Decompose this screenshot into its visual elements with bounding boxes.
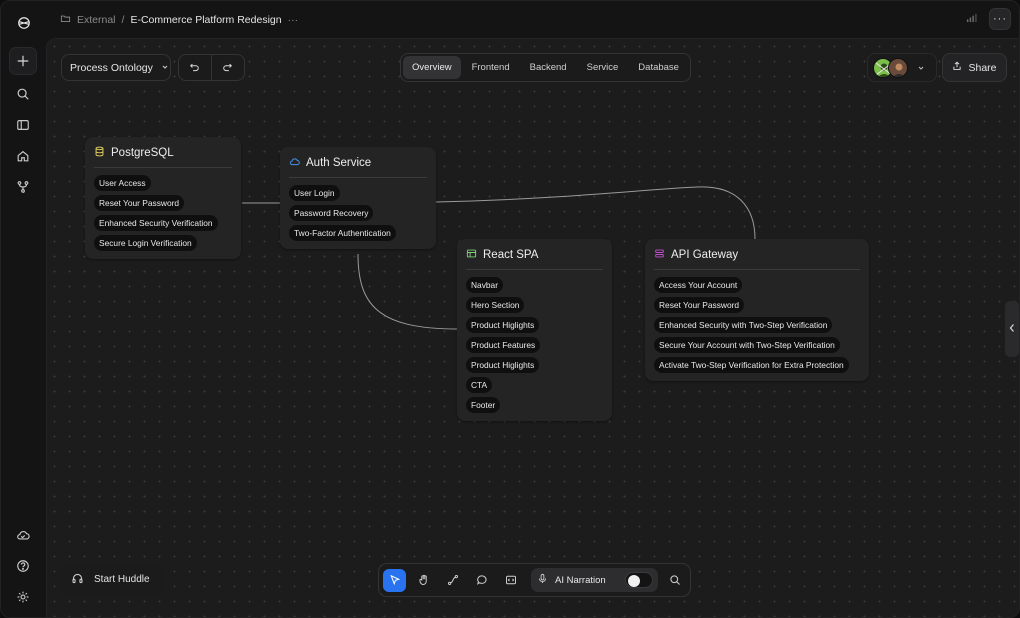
switch-knob	[628, 574, 640, 587]
tab-service[interactable]: Service	[578, 56, 628, 79]
huddle-label: Start Huddle	[94, 574, 150, 585]
node-react-spa[interactable]: React SPA Navbar Hero Section Product Hi…	[457, 239, 612, 421]
ai-narration-toggle[interactable]: AI Narration	[531, 568, 658, 592]
share-label: Share	[968, 61, 997, 74]
undo-redo-group	[178, 54, 245, 81]
narration-label: AI Narration	[555, 574, 606, 586]
list-item[interactable]: User Login	[289, 185, 340, 201]
cloud-icon	[289, 156, 300, 170]
share-icon	[952, 61, 962, 74]
node-auth-service[interactable]: Auth Service User Login Password Recover…	[280, 147, 436, 249]
workflow-canvas[interactable]: Process Ontology Overview Frontend Backe…	[46, 38, 1019, 617]
breadcrumb-more-button[interactable]: ···	[288, 14, 299, 26]
list-item[interactable]: Two-Factor Authentication	[289, 225, 396, 241]
new-item-button[interactable]	[9, 47, 37, 75]
comment-icon[interactable]	[470, 569, 493, 592]
breadcrumb-parent[interactable]: External	[77, 14, 116, 26]
node-header: React SPA	[466, 248, 603, 270]
narration-switch[interactable]	[625, 572, 653, 588]
node-postgresql[interactable]: PostgreSQL User Access Reset Your Passwo…	[85, 137, 241, 259]
branch-icon[interactable]	[9, 173, 37, 201]
embed-code-icon[interactable]	[499, 569, 522, 592]
list-item[interactable]: Password Recovery	[289, 205, 374, 221]
signal-icon	[966, 10, 977, 28]
collaborators-dropdown[interactable]	[867, 53, 937, 82]
redo-icon[interactable]	[212, 55, 245, 80]
edge-auth-api	[435, 186, 756, 240]
tab-overview[interactable]: Overview	[403, 56, 461, 79]
more-options-button[interactable]: ···	[989, 8, 1011, 30]
chevron-left-icon	[1008, 323, 1016, 336]
sidebar-toggle-icon[interactable]	[9, 111, 37, 139]
list-item[interactable]: Enhanced Security Verification	[94, 215, 218, 231]
undo-icon[interactable]	[179, 55, 212, 80]
list-item[interactable]: Access Your Account	[654, 277, 743, 293]
folder-icon	[60, 13, 71, 27]
layout-icon	[466, 248, 477, 262]
list-item[interactable]: Product Features	[466, 337, 541, 353]
node-items: User Access Reset Your Password Enhanced…	[94, 175, 232, 251]
list-item[interactable]: Hero Section	[466, 297, 525, 313]
microphone-icon	[537, 573, 548, 587]
breadcrumb: External / E-Commerce Platform Redesign …	[60, 13, 298, 27]
list-item[interactable]: Product Higlights	[466, 317, 540, 333]
left-rail	[1, 1, 46, 617]
list-item[interactable]: CTA	[466, 377, 493, 393]
list-item[interactable]: User Access	[94, 175, 151, 191]
hand-pan-icon[interactable]	[412, 569, 435, 592]
share-button[interactable]: Share	[942, 53, 1007, 82]
list-item[interactable]: Reset Your Password	[94, 195, 185, 211]
tab-backend[interactable]: Backend	[521, 56, 576, 79]
avatar	[888, 57, 908, 78]
node-items: User Login Password Recovery Two-Factor …	[289, 185, 427, 241]
view-tabs: Overview Frontend Backend Service Databa…	[400, 53, 691, 82]
start-huddle-button[interactable]: Start Huddle	[61, 563, 162, 596]
node-api-gateway[interactable]: API Gateway Access Your Account Reset Yo…	[645, 239, 869, 381]
tab-frontend[interactable]: Frontend	[463, 56, 519, 79]
dropdown-label: Process Ontology	[70, 61, 153, 74]
list-item[interactable]: Enhanced Security with Two-Step Verifica…	[654, 317, 833, 333]
cloud-sync-icon[interactable]	[9, 521, 37, 549]
process-ontology-dropdown[interactable]: Process Ontology	[61, 54, 171, 81]
node-header: Auth Service	[289, 156, 427, 178]
breadcrumb-separator: /	[121, 14, 125, 26]
breadcrumb-current[interactable]: E-Commerce Platform Redesign	[130, 14, 281, 26]
database-icon	[94, 146, 105, 160]
node-title: React SPA	[483, 249, 539, 261]
list-item[interactable]: Secure Login Verification	[94, 235, 197, 251]
help-icon[interactable]	[9, 552, 37, 580]
node-title: API Gateway	[671, 249, 739, 261]
chevron-down-icon	[161, 62, 169, 74]
top-right-actions: ···	[966, 8, 1011, 30]
chevron-down-icon	[917, 59, 925, 77]
canvas-toolbar: AI Narration	[378, 563, 691, 597]
select-pointer-icon[interactable]	[383, 568, 406, 592]
list-item[interactable]: Secure Your Account with Two-Step Verifi…	[654, 337, 840, 353]
node-header: PostgreSQL	[94, 146, 232, 168]
headset-icon	[71, 572, 84, 588]
node-title: Auth Service	[306, 157, 372, 169]
edge-auth-react	[357, 253, 458, 330]
list-item[interactable]: Activate Two-Step Verification for Extra…	[654, 357, 849, 373]
settings-gear-icon[interactable]	[9, 583, 37, 611]
app-window: External / E-Commerce Platform Redesign …	[0, 0, 1020, 618]
top-bar: External / E-Commerce Platform Redesign …	[46, 1, 1019, 38]
search-icon[interactable]	[9, 80, 37, 108]
tab-database[interactable]: Database	[629, 56, 688, 79]
home-icon[interactable]	[9, 142, 37, 170]
server-icon	[654, 248, 665, 262]
node-title: PostgreSQL	[111, 147, 174, 159]
right-panel-toggle[interactable]	[1005, 301, 1019, 357]
list-item[interactable]: Navbar	[466, 277, 503, 293]
list-item[interactable]: Reset Your Password	[654, 297, 745, 313]
connector-icon[interactable]	[441, 569, 464, 592]
node-header: API Gateway	[654, 248, 860, 270]
list-item[interactable]: Footer	[466, 397, 501, 413]
app-logo-icon[interactable]	[10, 9, 38, 37]
list-item[interactable]: Product Higlights	[466, 357, 540, 373]
node-items: Access Your Account Reset Your Password …	[654, 277, 860, 373]
node-items: Navbar Hero Section Product Higlights Pr…	[466, 277, 603, 413]
search-icon[interactable]	[663, 569, 686, 592]
